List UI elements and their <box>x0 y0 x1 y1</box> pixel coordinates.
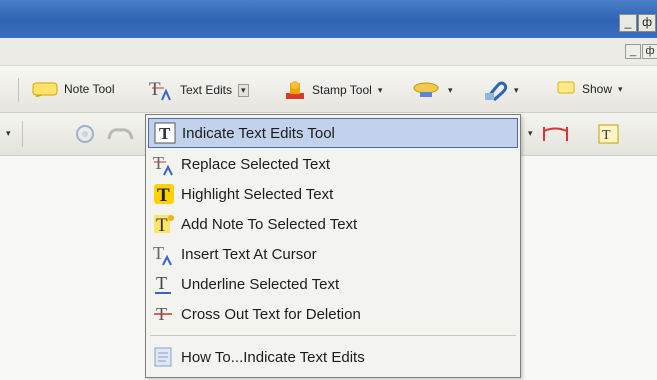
svg-text:T: T <box>156 215 168 236</box>
text-edits-icon: T <box>149 79 171 101</box>
menu-item-label: Insert Text At Cursor <box>181 245 317 263</box>
attach-icon <box>485 81 508 101</box>
text-edits-tool-icon: T <box>152 120 178 146</box>
menu-item-label: Add Note To Selected Text <box>181 215 358 233</box>
menu-item-label: How To...Indicate Text Edits <box>181 348 365 366</box>
note-icon <box>32 82 58 97</box>
show-dropdown-arrow[interactable]: ▾ <box>618 84 623 95</box>
shapes-tool-button[interactable]: ▾ <box>412 80 453 100</box>
menu-strip: _ ф <box>0 38 657 66</box>
stamp-tool-button[interactable]: Stamp Tool ▾ <box>284 80 382 100</box>
shapes-tool-dropdown-arrow[interactable]: ▾ <box>448 85 453 96</box>
svg-text:T: T <box>159 124 171 143</box>
document-restore-button[interactable]: ф <box>642 44 657 59</box>
menu-item-how-to-indicate-text-edits[interactable]: How To...Indicate Text Edits <box>148 342 518 372</box>
show-button[interactable]: Show ▾ <box>556 80 623 98</box>
comment-toolbar: Note Tool T Text Edits ▾ Stamp Tool ▾ ▾ <box>0 66 657 113</box>
attach-tool-dropdown-arrow[interactable]: ▾ <box>514 85 519 96</box>
cross-out-text-icon: T <box>151 301 177 327</box>
menu-item-highlight-selected-text[interactable]: T Highlight Selected Text <box>148 179 518 209</box>
svg-text:T: T <box>153 153 164 173</box>
menu-item-insert-text-at-cursor[interactable]: T Insert Text At Cursor <box>148 239 518 269</box>
text-edits-dropdown-arrow[interactable]: ▾ <box>238 83 249 97</box>
insert-text-icon: T <box>151 241 177 267</box>
menu-item-label: Replace Selected Text <box>181 155 330 173</box>
stamp-tool-dropdown-arrow[interactable]: ▾ <box>378 85 383 96</box>
svg-text:T: T <box>157 185 170 206</box>
menu-item-cross-out-text-for-deletion[interactable]: T Cross Out Text for Deletion <box>148 299 518 329</box>
add-note-text-icon: T <box>151 211 177 237</box>
note-tool-label: Note Tool <box>64 82 115 96</box>
document-minimize-button[interactable]: _ <box>625 44 641 59</box>
svg-text:T: T <box>153 243 164 263</box>
restore-button[interactable]: ф <box>638 14 656 32</box>
show-label: Show <box>582 82 613 96</box>
menu-item-indicate-text-edits-tool[interactable]: T Indicate Text Edits Tool <box>148 118 518 148</box>
cloud-icon[interactable] <box>106 125 136 143</box>
menu-item-label: Cross Out Text for Deletion <box>181 305 361 323</box>
underline-text-icon: T <box>151 271 177 297</box>
menu-item-label: Indicate Text Edits Tool <box>182 124 335 142</box>
text-edits-label: Text Edits <box>180 83 233 97</box>
replace-text-icon: T <box>151 151 177 177</box>
minimize-button[interactable]: _ <box>619 14 637 32</box>
menu-item-replace-selected-text[interactable]: T Replace Selected Text <box>148 149 518 179</box>
grid-icon[interactable] <box>74 123 98 145</box>
toolbar-separator <box>18 78 19 102</box>
text-edits-menu: T Indicate Text Edits Tool T Replace Sel… <box>145 114 521 378</box>
stamp-icon <box>286 81 304 99</box>
help-icon <box>151 344 177 370</box>
show-comments-icon <box>557 81 575 94</box>
note-tool-button[interactable]: Note Tool <box>32 81 114 97</box>
text-edits-button[interactable]: T Text Edits ▾ <box>148 79 249 101</box>
stamp-tool-label: Stamp Tool <box>312 83 372 97</box>
shapes-icon <box>413 82 439 97</box>
menu-item-add-note-to-selected-text[interactable]: T Add Note To Selected Text <box>148 209 518 239</box>
window-title-bar: _ ф <box>0 0 657 38</box>
menu-item-label: Highlight Selected Text <box>181 185 334 203</box>
highlight-text-icon: T <box>151 181 177 207</box>
svg-text:T: T <box>149 79 161 100</box>
menu-separator <box>150 335 516 336</box>
toolbar-separator <box>22 121 23 147</box>
svg-text:T: T <box>602 128 611 143</box>
text-box-icon[interactable]: T <box>597 123 621 145</box>
toolbar-overflow-arrow[interactable]: ▾ <box>6 128 11 139</box>
attach-tool-button[interactable]: ▾ <box>482 79 519 101</box>
menu-item-label: Underline Selected Text <box>181 275 340 293</box>
svg-text:T: T <box>156 273 167 293</box>
dimension-icon[interactable] <box>541 123 571 145</box>
menu-item-underline-selected-text[interactable]: T Underline Selected Text <box>148 269 518 299</box>
arrow-tool-dropdown-arrow[interactable]: ▾ <box>528 128 533 139</box>
